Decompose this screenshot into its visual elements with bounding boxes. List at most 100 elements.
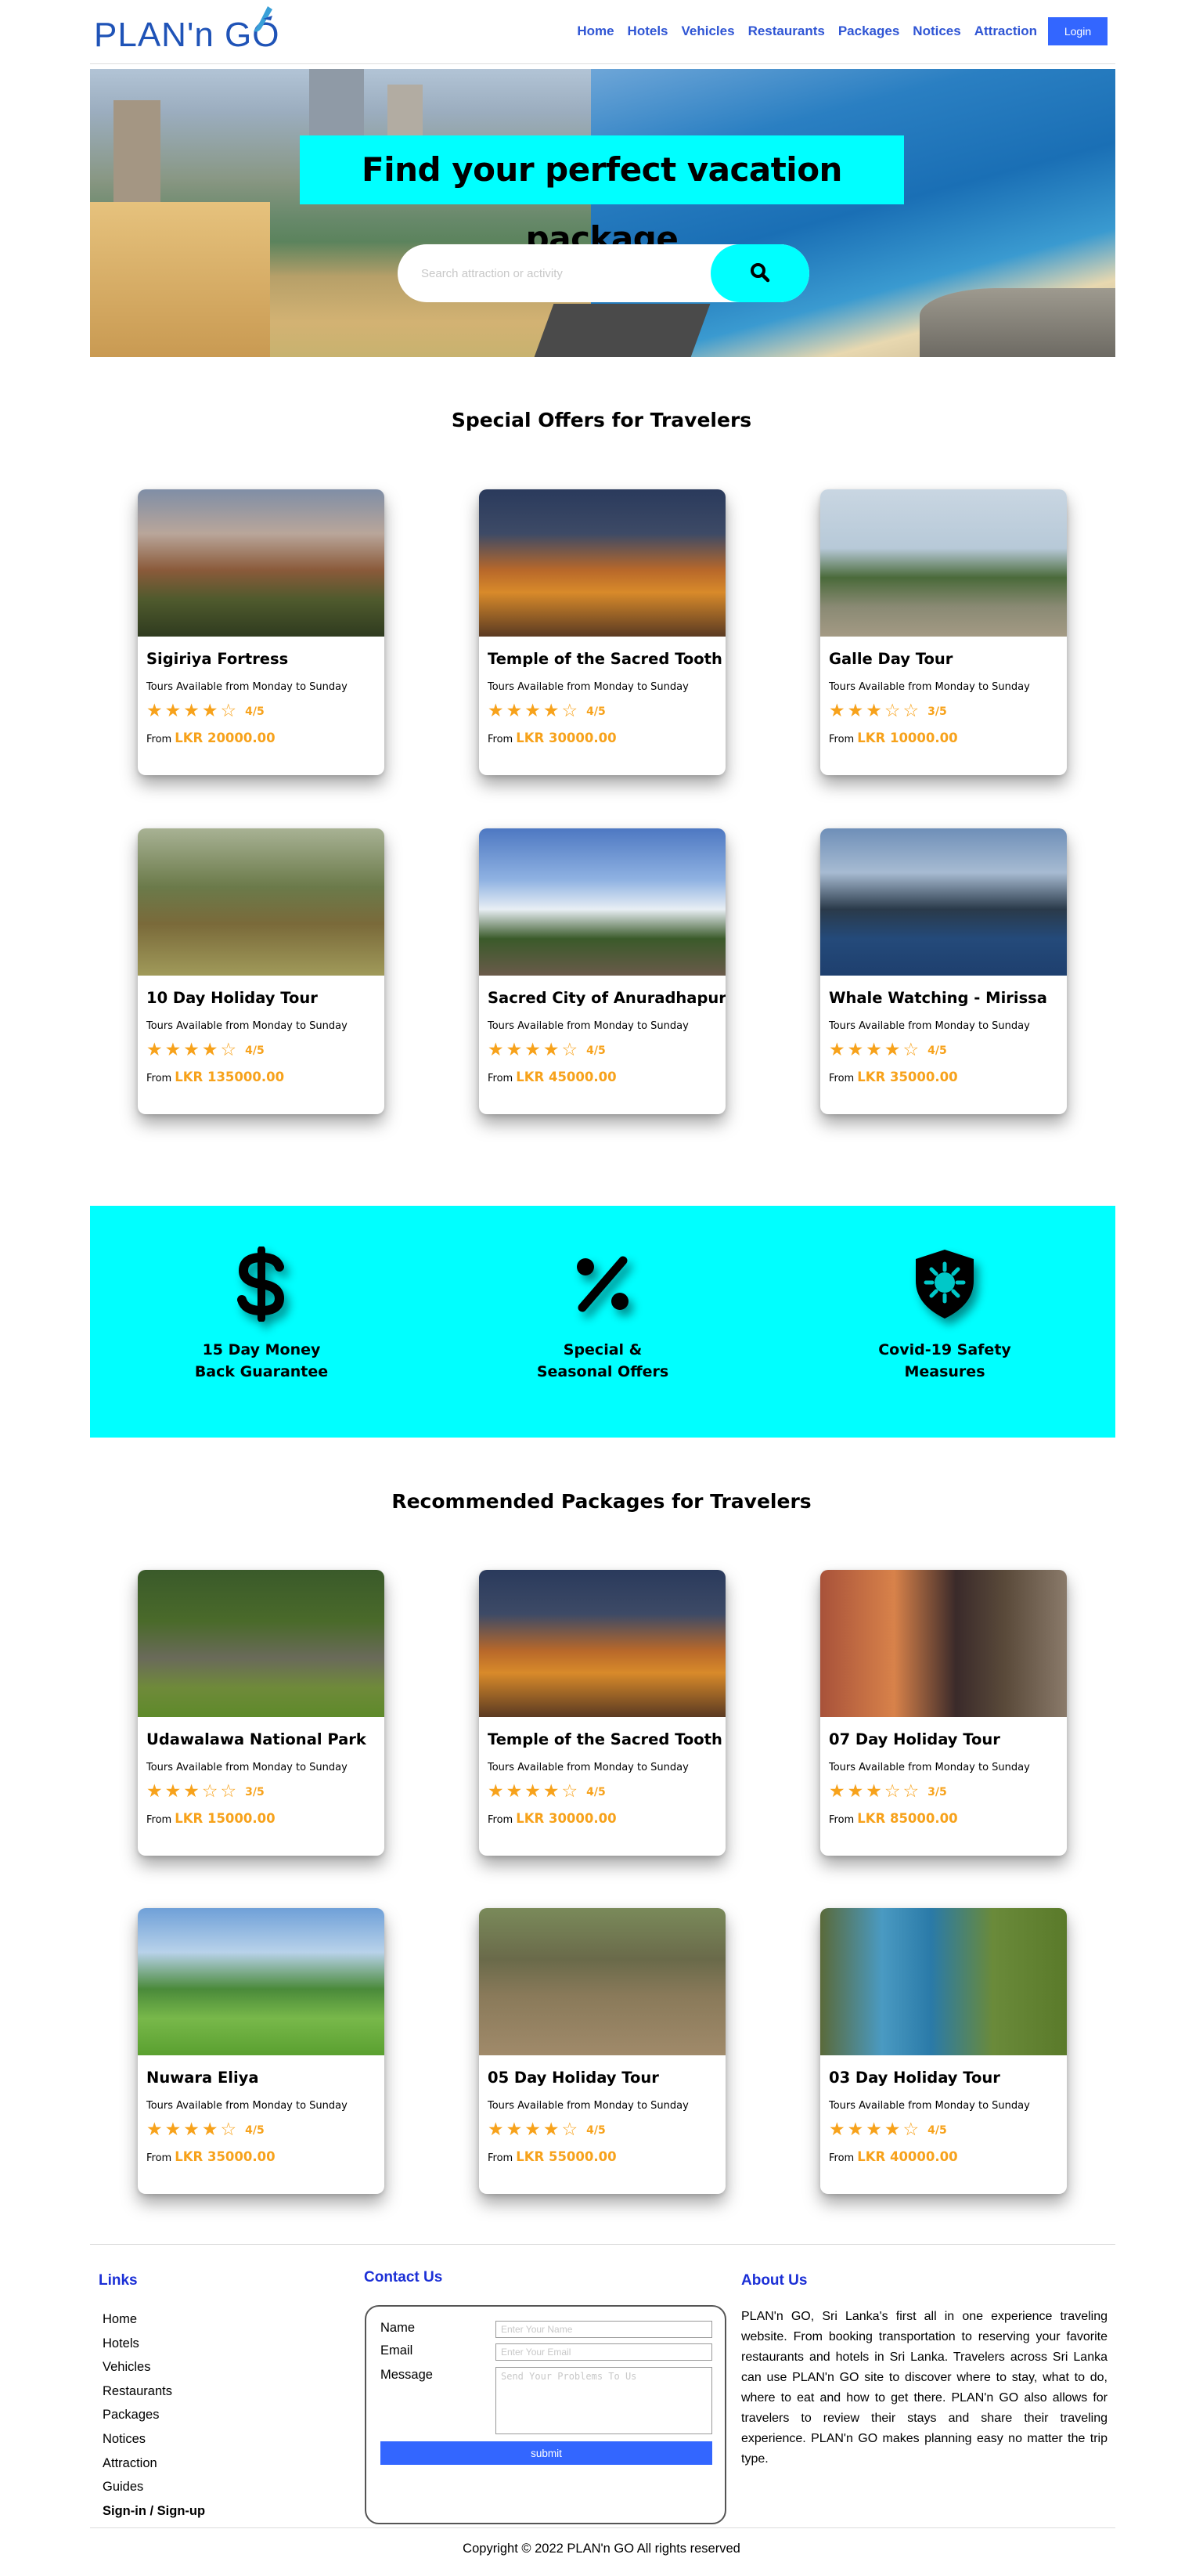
price-from-label: From <box>146 2152 172 2164</box>
package-card[interactable]: Temple of the Sacred Tooth Tours Availabl… <box>479 1570 726 1856</box>
price-value: LKR 85000.00 <box>857 1811 958 1826</box>
star-empty-icon: ☆ <box>220 2120 237 2140</box>
feature-line: Seasonal Offers <box>536 1363 669 1380</box>
star-filled-icon: ★ <box>183 2120 200 2140</box>
package-card[interactable]: Temple of the Sacred Tooth Tours Availabl… <box>479 489 726 775</box>
price-value: LKR 35000.00 <box>175 2149 276 2164</box>
package-price: From LKR 30000.00 <box>488 731 617 745</box>
star-rating: ★ ★ ★ ★ ☆ 4/5 <box>829 2121 947 2139</box>
price-value: LKR 45000.00 <box>516 1070 617 1084</box>
package-image <box>479 1908 726 2055</box>
nav-hotels[interactable]: Hotels <box>628 23 668 39</box>
package-card[interactable]: Udawalawa National Park Tours Available f… <box>138 1570 384 1856</box>
nav-vehicles[interactable]: Vehicles <box>682 23 735 39</box>
star-filled-icon: ★ <box>164 1781 182 1802</box>
feature-label: Special & Seasonal Offers <box>485 1339 720 1383</box>
package-name: Sacred City of Anuradhapura <box>488 989 726 1007</box>
nav-packages[interactable]: Packages <box>838 23 899 39</box>
nav-attraction[interactable]: Attraction <box>974 23 1037 39</box>
star-filled-icon: ★ <box>542 2120 560 2140</box>
package-card[interactable]: Whale Watching - Mirissa Tours Available … <box>820 828 1067 1114</box>
email-label: Email <box>380 2343 413 2358</box>
star-filled-icon: ★ <box>146 2120 163 2140</box>
price-value: LKR 10000.00 <box>857 731 958 745</box>
package-availability: Tours Available from Monday to Sunday <box>488 1762 689 1773</box>
package-name: 10 Day Holiday Tour <box>146 989 318 1007</box>
package-image <box>138 828 384 976</box>
package-card[interactable]: Sigiriya Fortress Tours Available from Mo… <box>138 489 384 775</box>
star-rating: ★ ★ ★ ★ ☆ 4/5 <box>488 1041 606 1059</box>
package-availability: Tours Available from Monday to Sunday <box>146 681 348 693</box>
package-image <box>138 1908 384 2055</box>
star-empty-icon: ☆ <box>220 701 237 721</box>
features-band: 15 Day Money Back Guarantee Special & Se… <box>90 1206 1115 1438</box>
package-card[interactable]: 07 Day Holiday Tour Tours Available from … <box>820 1570 1067 1856</box>
site-logo[interactable]: PLAN'n GO <box>94 5 279 58</box>
footer-link-guides[interactable]: Guides <box>103 2475 205 2499</box>
package-availability: Tours Available from Monday to Sunday <box>829 1762 1030 1773</box>
footer-link-hotels[interactable]: Hotels <box>103 2332 205 2356</box>
package-image <box>479 828 726 976</box>
feature-covid-safety: Covid-19 Safety Measures <box>827 1245 1062 1383</box>
nav-notices[interactable]: Notices <box>913 23 960 39</box>
name-label: Name <box>380 2321 416 2335</box>
feature-label: Covid-19 Safety Measures <box>827 1339 1062 1383</box>
nav-home[interactable]: Home <box>577 23 614 39</box>
package-card[interactable]: Sacred City of Anuradhapura Tours Availab… <box>479 828 726 1114</box>
package-price: From LKR 10000.00 <box>829 731 958 745</box>
login-button[interactable]: Login <box>1048 17 1108 45</box>
package-availability: Tours Available from Monday to Sunday <box>488 2100 689 2112</box>
message-field[interactable] <box>495 2367 712 2434</box>
star-filled-icon: ★ <box>201 1040 218 1060</box>
footer-link-home[interactable]: Home <box>103 2307 205 2332</box>
rating-text: 4/5 <box>927 2123 947 2137</box>
package-availability: Tours Available from Monday to Sunday <box>829 681 1030 693</box>
footer-link-attraction[interactable]: Attraction <box>103 2452 205 2476</box>
star-filled-icon: ★ <box>201 2120 218 2140</box>
rating-text: 4/5 <box>586 1785 606 1799</box>
star-empty-icon: ☆ <box>902 701 920 721</box>
package-image <box>138 489 384 637</box>
feature-line: Special & <box>563 1341 643 1358</box>
submit-button[interactable]: submit <box>380 2441 712 2465</box>
footer-link-signin[interactable]: Sign-in / Sign-up <box>103 2499 205 2524</box>
footer-link-packages[interactable]: Packages <box>103 2403 205 2427</box>
package-price: From LKR 35000.00 <box>146 2149 276 2164</box>
package-card[interactable]: Galle Day Tour Tours Available from Monda… <box>820 489 1067 775</box>
price-from-label: From <box>488 1073 513 1084</box>
footer-link-vehicles[interactable]: Vehicles <box>103 2355 205 2379</box>
package-card[interactable]: 10 Day Holiday Tour Tours Available from … <box>138 828 384 1114</box>
star-empty-icon: ☆ <box>201 1781 218 1802</box>
package-name: Whale Watching - Mirissa <box>829 989 1047 1007</box>
rating-text: 4/5 <box>245 705 265 718</box>
star-filled-icon: ★ <box>183 701 200 721</box>
star-rating: ★ ★ ★ ★ ☆ 4/5 <box>146 1041 265 1059</box>
links-title: Links <box>99 2272 138 2289</box>
message-label: Message <box>380 2368 433 2382</box>
email-field[interactable] <box>495 2343 712 2361</box>
package-image <box>820 489 1067 637</box>
package-card[interactable]: 03 Day Holiday Tour Tours Available from … <box>820 1908 1067 2194</box>
star-rating: ★ ★ ★ ★ ☆ 4/5 <box>488 1783 606 1801</box>
hero-tower <box>113 100 160 210</box>
price-from-label: From <box>829 1073 855 1084</box>
search-input[interactable] <box>421 262 687 285</box>
name-field[interactable] <box>495 2321 712 2338</box>
star-empty-icon: ☆ <box>561 1781 578 1802</box>
star-filled-icon: ★ <box>488 1040 504 1060</box>
package-availability: Tours Available from Monday to Sunday <box>829 2100 1030 2112</box>
package-image <box>820 1908 1067 2055</box>
rating-text: 4/5 <box>245 1044 265 1057</box>
search-button[interactable] <box>711 244 809 302</box>
footer-link-restaurants[interactable]: Restaurants <box>103 2379 205 2404</box>
rating-text: 4/5 <box>927 1044 947 1057</box>
package-card[interactable]: 05 Day Holiday Tour Tours Available from … <box>479 1908 726 2194</box>
nav-restaurants[interactable]: Restaurants <box>748 23 825 39</box>
star-filled-icon: ★ <box>866 1781 882 1802</box>
star-filled-icon: ★ <box>146 701 163 721</box>
hero-banner: Find your perfect vacation package <box>90 69 1115 357</box>
percent-icon <box>564 1245 642 1323</box>
price-from-label: From <box>829 734 855 745</box>
package-card[interactable]: Nuwara Eliya Tours Available from Monday … <box>138 1908 384 2194</box>
footer-link-notices[interactable]: Notices <box>103 2427 205 2452</box>
